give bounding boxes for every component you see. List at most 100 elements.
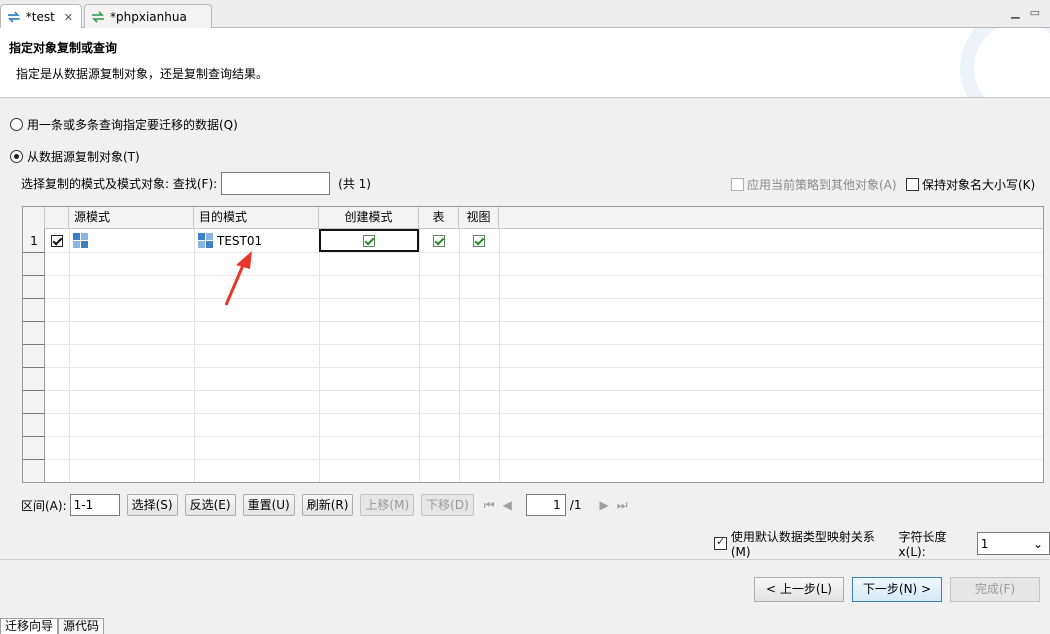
source-schema-cell[interactable] [73,229,193,252]
row-number-divider [23,413,45,414]
row-number-divider [23,252,45,253]
row-number-divider [23,275,45,276]
row-divider [45,321,1043,322]
apply-policy-checkbox [731,178,744,191]
page-input[interactable]: 1 [525,494,566,516]
header-source-schema[interactable]: 源模式 [69,207,194,229]
header-table[interactable]: 表 [419,207,459,229]
select-button[interactable]: 选择(S) [126,494,178,516]
query-radio[interactable] [10,118,23,131]
row-divider [45,252,1043,253]
keep-case-checkbox[interactable] [906,178,919,191]
column-divider [459,229,460,482]
bottom-tab-strip: 迁移向导 源代码 [0,618,105,634]
checkbox-checked-icon [363,234,375,247]
row-number-divider [23,436,45,437]
find-label: 选择复制的模式及模式对象: 查找(F): [21,177,218,191]
column-divider [69,229,70,482]
refresh-button[interactable]: 刷新(R) [301,494,354,516]
table-checkbox[interactable] [419,229,459,252]
row-select-checkbox[interactable] [45,229,69,252]
apply-policy-label: 应用当前策略到其他对象(A) [747,178,897,192]
dest-schema-value: TEST01 [217,233,263,248]
next-button[interactable]: 下一步(N) > [852,577,942,602]
minimize-icon[interactable]: ▁ [1011,6,1019,19]
query-option[interactable]: 用一条或多条查询指定要迁移的数据(Q) [10,116,238,133]
row-divider [45,367,1043,368]
row-divider [45,390,1043,391]
transfer-icon [92,10,104,23]
prev-button[interactable]: < 上一步(L) [754,577,844,602]
move-up-button[interactable]: 上移(M) [360,494,415,516]
range-label: 区间(A): [21,498,67,513]
check-column-header [45,207,69,229]
page-title: 指定对象复制或查询 [9,41,118,55]
column-divider [319,229,320,482]
find-input[interactable] [221,172,331,195]
chevron-down-icon: ⌄ [1032,536,1043,551]
maximize-icon[interactable]: ▭ [1030,6,1040,19]
create-schema-checkbox[interactable] [319,229,419,252]
tab-phpxianhua[interactable]: *phpxianhua [84,4,212,28]
grid-controls: 区间(A): 1-1 选择(S) 反选(E) 重置(U) 刷新(R) 上移(M)… [21,494,628,516]
next-page-icon[interactable]: ▶ [599,498,608,512]
tab-source-code[interactable]: 源代码 [58,618,105,634]
range-input[interactable]: 1-1 [69,494,120,516]
dest-schema-cell[interactable]: TEST01 [198,229,318,252]
finish-button[interactable]: 完成(F) [950,577,1040,602]
last-page-icon[interactable]: ⏭ [617,498,628,513]
reset-button[interactable]: 重置(U) [242,494,295,516]
tab-test[interactable]: *test ✕ [0,4,82,29]
char-length-value: 1 [980,536,989,551]
banner-decoration [960,28,1050,97]
schema-icon [73,233,88,248]
column-divider [419,229,420,482]
copy-option[interactable]: 从数据源复制对象(T) [10,148,140,165]
row-number-divider [23,321,45,322]
row-divider [45,298,1043,299]
header-view[interactable]: 视图 [459,207,499,229]
header-dest-schema[interactable]: 目的模式 [194,207,319,229]
row-number-divider [23,344,45,345]
wizard-banner: 指定对象复制或查询 指定是从数据源复制对象，还是复制查询结果。 [0,28,1050,98]
row-divider [45,344,1043,345]
row-number: 1 [30,233,38,248]
page-description: 指定是从数据源复制对象，还是复制查询结果。 [16,67,269,81]
tab-label: *phpxianhua [110,9,187,24]
prev-page-icon[interactable]: ◀ [503,498,512,512]
total-count: (共 1) [338,177,371,191]
tab-migration-wizard[interactable]: 迁移向导 [0,618,59,634]
editor-tab-strip: *test ✕ *phpxianhua ▁ ▭ [0,0,1050,29]
wizard-content: 用一条或多条查询指定要迁移的数据(Q) 从数据源复制对象(T) 选择复制的模式及… [0,99,1050,559]
header-create-schema[interactable]: 创建模式 [319,207,419,229]
default-mapping-checkbox[interactable] [714,535,727,550]
close-icon[interactable]: ✕ [64,11,73,24]
checkbox-checked-icon [473,234,485,247]
copy-radio[interactable] [10,150,23,163]
row-number-divider [23,367,45,368]
footer-separator [0,559,1050,560]
schema-grid: 源模式 目的模式 创建模式 表 视图 1 TEST01 [22,206,1044,483]
row-divider [45,275,1043,276]
copy-option-label: 从数据源复制对象(T) [27,150,140,164]
char-length-select[interactable]: 1 ⌄ [976,532,1050,555]
row-number-divider [23,390,45,391]
corner-cell [23,207,45,229]
tab-label: *test [25,10,55,24]
view-checkbox[interactable] [459,229,499,252]
invert-button[interactable]: 反选(E) [184,494,236,516]
annotation-arrow-icon [224,251,252,306]
default-mapping-label: 使用默认数据类型映射关系(M) [730,530,875,559]
page-total: /1 [569,498,582,512]
move-down-button[interactable]: 下移(D) [421,494,474,516]
transfer-icon [7,11,20,23]
first-page-icon[interactable]: ⏮ [484,498,495,513]
checkbox-checked-icon [51,234,63,247]
apply-policy-option: 应用当前策略到其他对象(A) [731,176,897,193]
column-divider [499,229,500,482]
type-mapping-row: 使用默认数据类型映射关系(M) 字符长度x(L): 1 ⌄ [714,528,1050,559]
keep-case-option[interactable]: 保持对象名大小写(K) [906,176,1035,193]
char-length-label: 字符长度x(L): [898,530,947,559]
find-row: 选择复制的模式及模式对象: 查找(F): (共 1) [21,172,371,195]
row-divider [45,413,1043,414]
